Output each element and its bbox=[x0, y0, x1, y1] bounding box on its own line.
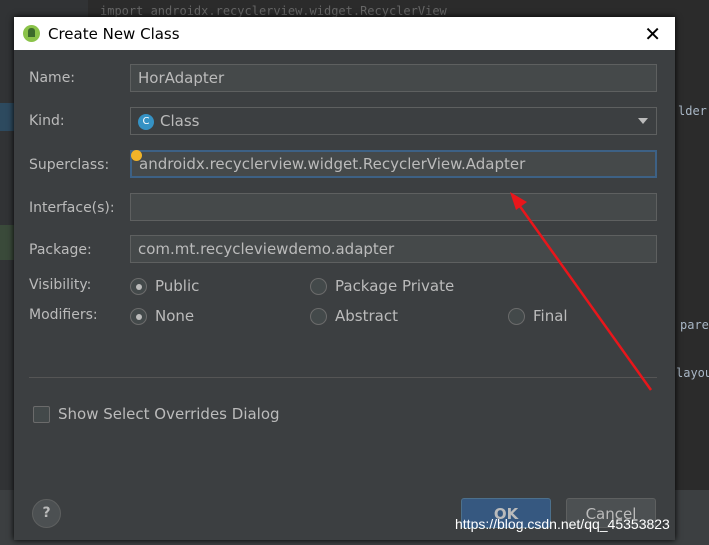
arrow-line bbox=[512, 197, 653, 391]
annotation-arrow bbox=[510, 192, 653, 391]
arrow-head bbox=[510, 192, 527, 210]
watermark: https://blog.csdn.net/qq_45353823 bbox=[455, 516, 670, 532]
